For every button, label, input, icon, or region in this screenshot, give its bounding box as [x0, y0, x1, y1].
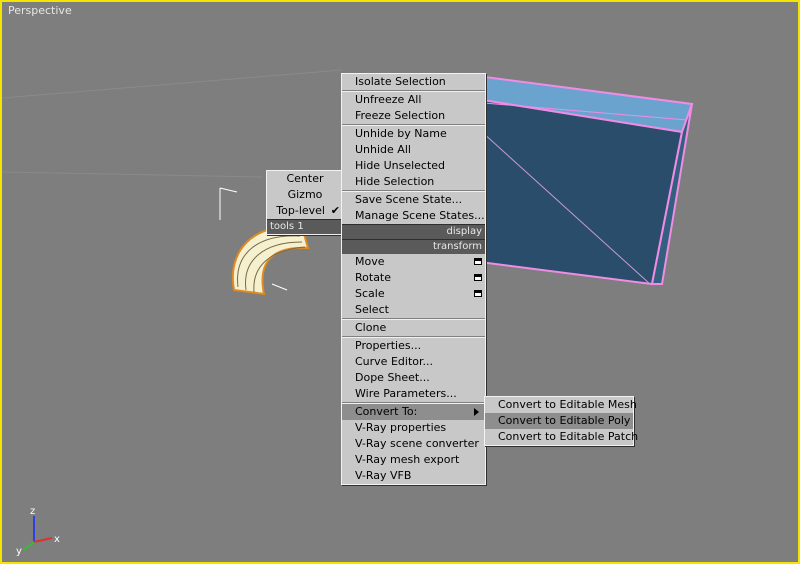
menu-item-top-level-label: Top-level	[276, 204, 325, 217]
convert-to-submenu: Convert to Editable Mesh Convert to Edit…	[484, 396, 638, 446]
menu-item-vray-properties[interactable]: V-Ray properties	[342, 420, 485, 436]
menu-item-unfreeze-all[interactable]: Unfreeze All	[342, 92, 485, 108]
menu-item-vray-vfb[interactable]: V-Ray VFB	[342, 468, 485, 484]
quad-menu-main: Isolate Selection Unfreeze All Freeze Se…	[341, 73, 486, 485]
axis-gizmo	[23, 516, 53, 551]
menu-item-scale[interactable]: Scale	[342, 286, 485, 302]
grid-lines	[2, 69, 343, 178]
menu-item-center-label: Center	[286, 172, 324, 185]
menu-item-select[interactable]: Select	[342, 302, 485, 318]
quad-header-display: display	[342, 224, 485, 239]
menu-item-rotate[interactable]: Rotate	[342, 270, 485, 286]
menu-item-scale-label: Scale	[355, 287, 385, 300]
menu-item-isolate-selection[interactable]: Isolate Selection	[342, 74, 485, 90]
menu-item-unhide-by-name[interactable]: Unhide by Name	[342, 126, 485, 142]
menu-item-hide-unselected[interactable]: Hide Unselected	[342, 158, 485, 174]
menu-item-freeze-selection[interactable]: Freeze Selection	[342, 108, 485, 124]
box-object[interactable]	[460, 72, 694, 286]
quad-menu-tools1: Center Gizmo Top-level ✔ tools 1	[266, 170, 344, 235]
settings-box-icon[interactable]	[474, 274, 482, 281]
menu-item-vray-mesh-export[interactable]: V-Ray mesh export	[342, 452, 485, 468]
menu-item-convert-to-label: Convert To:	[355, 405, 418, 418]
menu-item-properties[interactable]: Properties...	[342, 338, 485, 354]
menu-item-gizmo[interactable]: Gizmo	[267, 187, 343, 203]
menu-item-unhide-all[interactable]: Unhide All	[342, 142, 485, 158]
axis-x-label: x	[54, 534, 60, 545]
menu-item-center[interactable]: Center	[267, 171, 343, 187]
quad-header-transform: transform	[342, 239, 485, 254]
menu-item-rotate-label: Rotate	[355, 271, 392, 284]
menu-item-convert-editable-poly[interactable]: Convert to Editable Poly	[485, 413, 633, 429]
quad-header-tools1: tools 1	[267, 219, 343, 234]
settings-box-icon[interactable]	[474, 290, 482, 297]
settings-box-icon[interactable]	[474, 258, 482, 265]
menu-item-convert-editable-patch[interactable]: Convert to Editable Patch	[485, 429, 638, 445]
menu-item-move[interactable]: Move	[342, 254, 485, 270]
menu-item-clone[interactable]: Clone	[342, 320, 485, 336]
menu-item-convert-to[interactable]: Convert To:	[342, 404, 485, 420]
menu-item-vray-scene-converter[interactable]: V-Ray scene converter	[342, 436, 485, 452]
menu-item-manage-scene-states[interactable]: Manage Scene States...	[342, 208, 485, 224]
menu-item-move-label: Move	[355, 255, 385, 268]
menu-item-convert-editable-mesh[interactable]: Convert to Editable Mesh	[485, 397, 637, 413]
menu-item-save-scene-state[interactable]: Save Scene State...	[342, 192, 485, 208]
axis-y-label: y	[16, 546, 22, 557]
axis-z-label: z	[30, 506, 35, 517]
menu-item-gizmo-label: Gizmo	[287, 188, 323, 201]
check-icon: ✔	[330, 204, 340, 217]
menu-item-wire-parameters[interactable]: Wire Parameters...	[342, 386, 485, 402]
menu-item-curve-editor[interactable]: Curve Editor...	[342, 354, 485, 370]
menu-item-hide-selection[interactable]: Hide Selection	[342, 174, 485, 190]
submenu-arrow-icon	[474, 408, 479, 416]
menu-item-top-level[interactable]: Top-level ✔	[267, 203, 343, 219]
menu-item-dope-sheet[interactable]: Dope Sheet...	[342, 370, 485, 386]
